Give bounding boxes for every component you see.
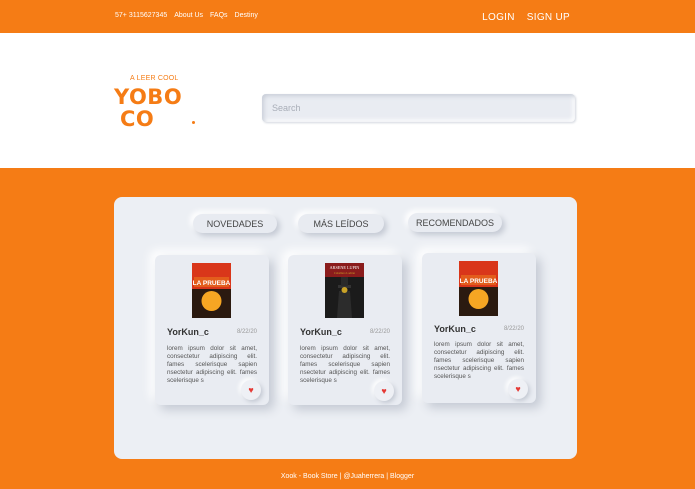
phone-link[interactable]: 57+ 3115627345: [115, 12, 167, 19]
like-button[interactable]: ♥: [508, 379, 528, 399]
header: A LEER COOL YOBO CO: [0, 33, 695, 168]
logo-word-line2: CO: [120, 107, 155, 131]
card-username: YorKun_c: [167, 327, 209, 337]
signup-button[interactable]: SIGN UP: [527, 12, 570, 23]
cover-subtitle: Caballero Ladrón: [334, 271, 356, 275]
heart-icon: ♥: [248, 384, 254, 395]
book-card[interactable]: LA PRUEBA YorKun_c 8/22/20 lorem ipsum d…: [422, 253, 536, 403]
auth-links: LOGIN SIGN UP: [482, 12, 570, 23]
heart-icon: ♥: [381, 385, 387, 396]
logo-tagline: A LEER COOL: [130, 75, 179, 82]
faqs-link[interactable]: FAQs: [210, 12, 228, 19]
about-us-link[interactable]: About Us: [174, 12, 203, 19]
cover-title: LA PRUEBA: [193, 280, 231, 287]
card-date: 8/22/20: [236, 329, 257, 335]
card-username: YorKun_c: [300, 327, 342, 337]
card-description: lorem ipsum dolor sit amet, consectetur …: [434, 341, 524, 380]
card-description: lorem ipsum dolor sit amet, consectetur …: [300, 345, 390, 384]
tab-novedades[interactable]: NOVEDADES: [193, 214, 277, 233]
cover-title: LA PRUEBA: [460, 278, 498, 285]
logo[interactable]: A LEER COOL YOBO CO: [114, 75, 204, 145]
top-bar: 57+ 3115627345 About Us FAQs Destiny LOG…: [0, 0, 695, 33]
book-cover-image: ARSENE LUPIN Caballero Ladrón: [325, 263, 364, 318]
destiny-link[interactable]: Destiny: [235, 12, 258, 19]
logo-dot: [192, 121, 195, 124]
book-cover-image: LA PRUEBA: [459, 261, 498, 316]
tab-mas-leidos[interactable]: MÁS LEÍDOS: [298, 214, 384, 233]
cover-title: ARSENE LUPIN: [330, 265, 360, 270]
footer: Xook - Book Store | @Juaherrera | Blogge…: [280, 473, 415, 480]
book-card[interactable]: ARSENE LUPIN Caballero Ladrón YorKun_c 8…: [288, 255, 402, 405]
like-button[interactable]: ♥: [241, 380, 261, 400]
book-card[interactable]: LA PRUEBA YorKun_c 8/22/20 lorem ipsum d…: [155, 255, 269, 405]
book-cover-image: LA PRUEBA: [192, 263, 231, 318]
like-button[interactable]: ♥: [374, 381, 394, 401]
heart-icon: ♥: [515, 383, 521, 394]
tab-recomendados[interactable]: RECOMENDADOS: [408, 213, 502, 232]
top-links: 57+ 3115627345 About Us FAQs Destiny: [115, 12, 258, 19]
books-panel: NOVEDADES MÁS LEÍDOS RECOMENDADOS LA PRU…: [114, 197, 577, 459]
card-description: lorem ipsum dolor sit amet, consectetur …: [167, 345, 257, 384]
card-date: 8/22/20: [503, 326, 524, 332]
card-date: 8/22/20: [369, 329, 390, 335]
search-input[interactable]: [262, 94, 575, 122]
card-username: YorKun_c: [434, 324, 476, 334]
logo-word-line1: YOBO: [114, 85, 183, 109]
login-button[interactable]: LOGIN: [482, 12, 515, 23]
